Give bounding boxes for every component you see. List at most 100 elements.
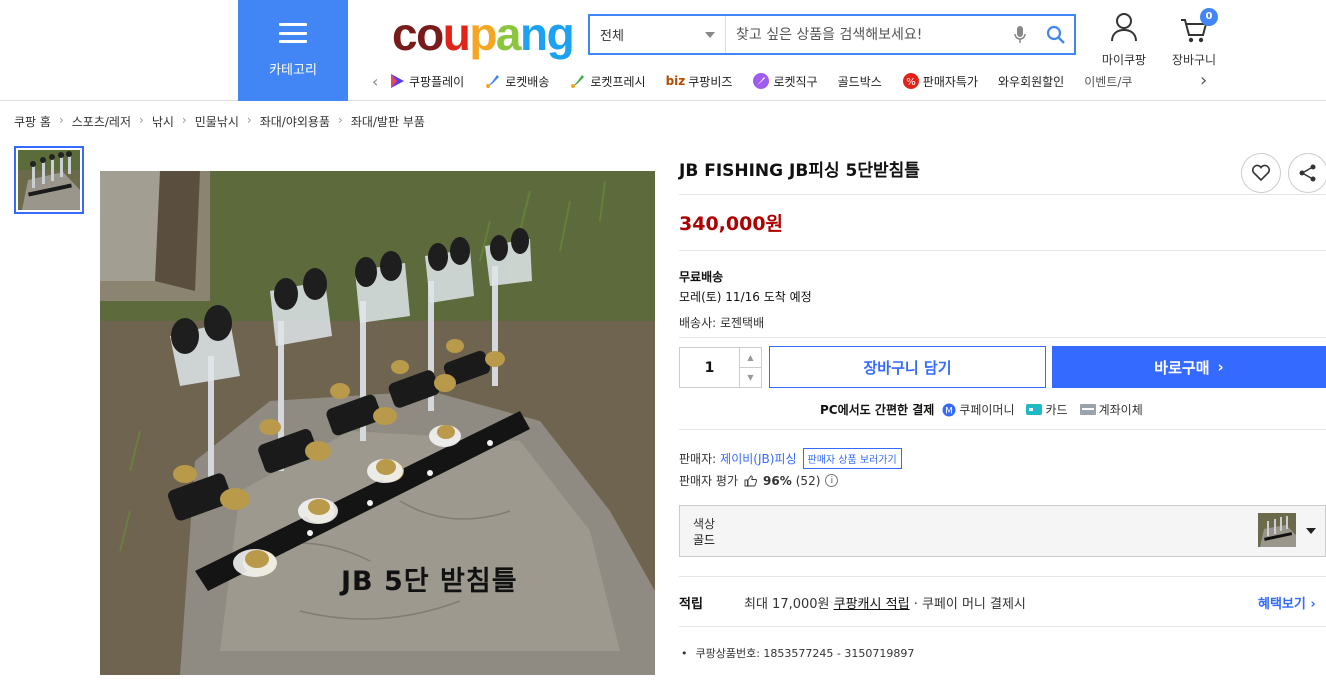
chevron-right-icon: › <box>1217 358 1224 376</box>
chevron-left-icon[interactable]: ‹ <box>372 72 388 91</box>
nav-label: 로켓직구 <box>773 74 818 89</box>
rating-percent: 96% <box>763 473 792 488</box>
breadcrumb-separator: › <box>338 113 343 127</box>
nav-item-coupang-biz[interactable]: biz 쿠팡비즈 <box>666 73 733 90</box>
divider <box>679 194 1326 195</box>
hamburger-icon <box>279 23 307 43</box>
logo-letter: n <box>520 8 548 60</box>
svg-text:%: % <box>906 77 916 88</box>
nav-label: 쿠팡비즈 <box>688 74 733 89</box>
nav-item-rocket-global[interactable]: 로켓직구 <box>752 72 818 90</box>
pay-option-label: 계좌이체 <box>1098 403 1143 417</box>
nav-label: 로켓프레시 <box>590 74 646 89</box>
share-button[interactable] <box>1288 153 1326 193</box>
image-caption: JB 5단 받침틀 <box>341 566 518 597</box>
category-label: 카테고리 <box>269 63 317 78</box>
cart-count-badge: 0 <box>1200 8 1218 26</box>
arrival-date: 모레(토) 11/16 도착 예정 <box>679 290 812 304</box>
nav-label: 이벤트/쿠 <box>1084 74 1133 89</box>
user-icon <box>1111 13 1137 42</box>
category-menu-button[interactable]: 카테고리 <box>238 0 348 101</box>
coupang-cash-link[interactable]: 쿠팡캐시 적립 <box>834 597 910 612</box>
seller-products-button[interactable]: 판매자 상품 보러가기 <box>802 448 902 469</box>
chevron-right-icon: › <box>1310 597 1316 612</box>
logo-letter: u <box>442 8 471 60</box>
mycoupang-button[interactable]: 마이쿠팡 <box>1096 12 1152 68</box>
rocket-global-icon <box>752 72 770 90</box>
option-select[interactable]: 색상 골드 <box>679 505 1326 557</box>
seller-label: 판매자: <box>679 452 717 466</box>
nav-item-seller-deals[interactable]: % 판매자특가 <box>902 72 978 90</box>
rocket-icon <box>484 72 502 90</box>
benefit-link[interactable]: 혜택보기 › <box>1258 593 1316 612</box>
card-icon <box>1026 404 1043 415</box>
quantity-decrease-button[interactable]: ▼ <box>740 368 761 387</box>
bank-icon <box>1079 404 1096 415</box>
cart-button[interactable]: 0 장바구니 <box>1164 8 1224 68</box>
search-scope-select[interactable]: 전체 <box>590 16 726 53</box>
nav-item-rocket-fresh[interactable]: 로켓프레시 <box>569 72 646 90</box>
chevron-right-icon[interactable]: › <box>1200 70 1207 91</box>
logo-letter: a <box>495 8 522 60</box>
nav-item-rocket-delivery[interactable]: 로켓배송 <box>484 72 549 90</box>
nav-item-coupang-play[interactable]: 쿠팡플레이 <box>388 72 464 90</box>
breadcrumb-link[interactable]: 좌대/야외용품 <box>260 113 330 130</box>
pay-option-label: 쿠페이머니 <box>959 403 1015 417</box>
option-value: 골드 <box>693 533 716 547</box>
pay-option-label: 카드 <box>1045 403 1068 417</box>
search-bar: 전체 <box>588 14 1076 55</box>
buy-now-button[interactable]: 바로구매 › <box>1052 346 1326 388</box>
product-price: 340,000원 <box>679 213 784 235</box>
add-to-cart-button[interactable]: 장바구니 담기 <box>769 346 1046 388</box>
favorite-button[interactable] <box>1241 153 1281 193</box>
reward-amount: 최대 17,000원 <box>744 597 830 612</box>
breadcrumb-separator: › <box>58 113 64 127</box>
rating-count: (52) <box>795 473 821 488</box>
heart-icon <box>1251 164 1271 182</box>
product-title: JB FISHING JB피싱 5단받침틀 <box>679 161 920 181</box>
carrier-info: 배송사: 로젠택배 <box>679 316 765 330</box>
search-scope-value: 전체 <box>600 29 624 44</box>
play-icon <box>388 72 406 90</box>
pay-option-coupay-money: M 쿠페이머니 <box>942 401 1014 418</box>
pay-option-card: 카드 <box>1026 401 1068 418</box>
nav-item-goldbox[interactable]: 골드박스 <box>838 73 882 90</box>
thumbs-up-icon <box>744 475 758 486</box>
quantity-increase-button[interactable]: ▲ <box>740 348 761 368</box>
divider <box>679 429 1326 430</box>
seller-name-link[interactable]: 제이비(JB)피싱 <box>720 450 796 467</box>
quantity-stepper: 1 ▲ ▼ <box>679 347 762 388</box>
chevron-down-icon <box>1306 528 1316 534</box>
rocket-fresh-icon <box>569 72 587 90</box>
chevron-down-icon <box>705 31 715 38</box>
benefit-label: 혜택보기 <box>1258 597 1306 612</box>
divider <box>679 337 1326 338</box>
breadcrumb-separator: › <box>139 113 144 127</box>
nav-item-events[interactable]: 이벤트/쿠 <box>1084 73 1132 90</box>
nav-label: 판매자특가 <box>922 74 978 89</box>
search-input[interactable] <box>726 16 1002 53</box>
breadcrumb-link[interactable]: 민물낚시 <box>195 113 239 130</box>
breadcrumb-link[interactable]: 스포츠/레저 <box>72 113 131 130</box>
microphone-icon[interactable] <box>1002 16 1038 53</box>
breadcrumb-separator: › <box>181 113 187 127</box>
logo-letter: c <box>392 8 418 60</box>
cart-label: 장바구니 <box>1171 53 1217 67</box>
breadcrumb: 쿠팡 홈 › 스포츠/레저 › 낚시 › 민물낚시 › 좌대/야외용품 › 좌대/발판 부… <box>14 113 425 130</box>
search-icon[interactable] <box>1038 16 1074 53</box>
reward-text: 최대 17,000원 쿠팡캐시 적립 · 쿠페이 머니 결제시 <box>744 593 1026 612</box>
product-main-image[interactable]: JB 5단 받침틀 <box>100 171 655 675</box>
breadcrumb-link[interactable]: 낚시 <box>152 113 174 130</box>
quick-nav: ‹ 쿠팡플레이 로켓배송 로켓프레시 biz 쿠팡비즈 로켓직구 골드박스 % … <box>372 68 1218 94</box>
product-thumbnail[interactable] <box>14 146 84 214</box>
quantity-value[interactable]: 1 <box>680 348 739 387</box>
option-thumbnail <box>1258 513 1296 547</box>
rating-label: 판매자 평가 <box>679 474 739 488</box>
breadcrumb-link[interactable]: 좌대/발판 부품 <box>351 113 425 130</box>
info-icon[interactable]: i <box>825 474 839 487</box>
logo-letter: o <box>416 8 444 60</box>
divider <box>679 250 1326 251</box>
coupang-logo[interactable]: coupang <box>392 6 575 62</box>
breadcrumb-link[interactable]: 쿠팡 홈 <box>14 113 51 130</box>
nav-item-wow-discount[interactable]: 와우회원할인 <box>998 73 1064 90</box>
